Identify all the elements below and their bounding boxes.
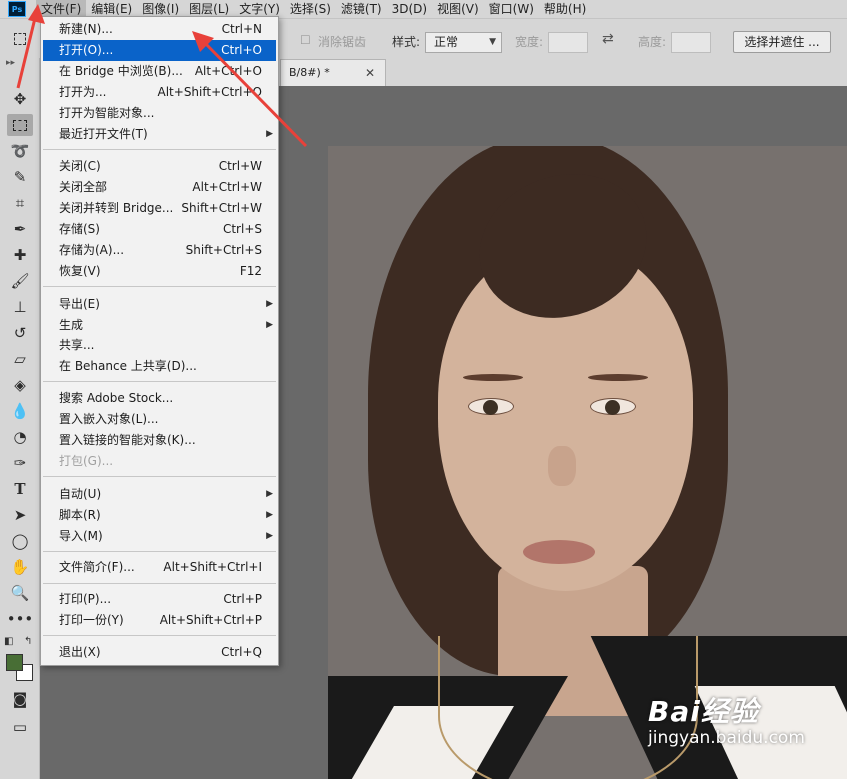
menu-separator [43, 583, 276, 584]
foreground-color-swatch[interactable] [6, 654, 23, 671]
portrait-photo [328, 146, 847, 779]
file-menu-dropdown: 新建(N)... Ctrl+N 打开(O)... Ctrl+O 在 Bridge 中… [40, 16, 279, 666]
history-brush-tool-icon[interactable]: ↺ [7, 322, 33, 344]
move-tool-icon[interactable]: ✥ [7, 88, 33, 110]
eraser-tool-icon[interactable]: ▱ [7, 348, 33, 370]
menu-item-search-stock[interactable]: 搜索 Adobe Stock... [43, 388, 276, 409]
menu-separator [43, 476, 276, 477]
pen-tool-icon[interactable]: ✑ [7, 452, 33, 474]
menu-item-automate[interactable]: 自动(U) ▶ [43, 484, 276, 505]
marquee-tool-icon[interactable] [7, 114, 33, 136]
paint-bucket-tool-icon[interactable]: ◈ [7, 374, 33, 396]
chevron-down-icon: ▼ [489, 37, 496, 47]
type-tool-icon[interactable]: T [7, 478, 33, 500]
blur-tool-icon[interactable]: 💧 [7, 400, 33, 422]
menu-item-export[interactable]: 导出(E) ▶ [43, 294, 276, 315]
menu-separator [43, 381, 276, 382]
menu-view[interactable]: 视图(V) [432, 0, 484, 18]
select-and-mask-button[interactable]: 选择并遮住 ... [733, 31, 831, 53]
menu-item-scripts[interactable]: 脚本(R) ▶ [43, 505, 276, 526]
menu-item-package: 打包(G)... [59, 454, 114, 468]
menu-item-close-go-bridge[interactable]: 关闭并转到 Bridge... Shift+Ctrl+W [43, 198, 276, 219]
menu-item-open[interactable]: 打开(O)... Ctrl+O [43, 40, 276, 61]
menu-item-print-one-copy[interactable]: 打印一份(Y) Alt+Shift+Ctrl+P [43, 610, 276, 631]
marquee-preset-icon[interactable] [14, 33, 26, 45]
zoom-tool-icon[interactable]: 🔍 [7, 582, 33, 604]
menu-item-recent-files[interactable]: 最近打开文件(T) ▶ [43, 124, 276, 145]
width-input[interactable] [548, 32, 588, 53]
menu-window[interactable]: 窗口(W) [484, 0, 539, 18]
quick-mask-icon[interactable]: ◙ [7, 688, 33, 710]
path-selection-tool-icon[interactable]: ➤ [7, 504, 33, 526]
menu-item-share[interactable]: 共享... [43, 335, 276, 356]
clone-stamp-tool-icon[interactable]: ⊥ [7, 296, 33, 318]
watermark-brand: Bai经验 [648, 695, 759, 728]
submenu-arrow-icon: ▶ [266, 129, 273, 139]
submenu-arrow-icon: ▶ [266, 510, 273, 520]
menu-item-exit[interactable]: 退出(X) Ctrl+Q [43, 642, 276, 663]
brush-tool-icon[interactable]: 🖌 [7, 270, 33, 292]
submenu-arrow-icon: ▶ [266, 489, 273, 499]
height-label: 高度: [638, 35, 667, 49]
baidu-jingyan-watermark: Bai经验 jingyan.baidu.com [648, 690, 805, 748]
style-select-value: 正常 [434, 35, 459, 49]
width-label: 宽度: [515, 35, 544, 49]
menu-item-close-all[interactable]: 关闭全部 Alt+Ctrl+W [43, 177, 276, 198]
menu-3d[interactable]: 3D(D) [387, 0, 432, 18]
more-tools-icon[interactable]: ••• [7, 608, 34, 630]
menu-item-close[interactable]: 关闭(C) Ctrl+W [43, 156, 276, 177]
menu-item-place-linked[interactable]: 置入链接的智能对象(K)... [43, 430, 276, 451]
menu-separator [43, 551, 276, 552]
style-select[interactable]: 正常 ▼ [425, 32, 502, 53]
hand-tool-icon[interactable]: ✋ [7, 556, 33, 578]
menu-separator [43, 149, 276, 150]
menu-item-save[interactable]: 存储(S) Ctrl+S [43, 219, 276, 240]
menu-item-place-embedded[interactable]: 置入嵌入对象(L)... [43, 409, 276, 430]
tools-panel: ▸▸ ✥ ➰ ✎ ⌗ ✒ ✚ 🖌 ⊥ ↺ ▱ ◈ 💧 ◔ ✑ T ➤ ◯ ✋ 🔍… [0, 58, 40, 779]
menu-item-revert[interactable]: 恢复(V) F12 [43, 261, 276, 282]
style-label: 样式: [392, 35, 421, 49]
swap-colors-icon[interactable]: ↰ [24, 636, 32, 647]
menu-item-open-smart-object[interactable]: 打开为智能对象... [43, 103, 276, 124]
default-colors-icon[interactable]: ◧ [4, 636, 13, 647]
menu-item-open-as[interactable]: 打开为... Alt+Shift+Ctrl+O [43, 82, 276, 103]
menu-item-print[interactable]: 打印(P)... Ctrl+P [43, 589, 276, 610]
close-icon[interactable]: ✕ [365, 60, 375, 86]
antialias-label: 消除锯齿 [318, 35, 367, 49]
screen-mode-icon[interactable]: ▭ [7, 716, 33, 738]
antialias-checkbox[interactable]: ☐ [300, 33, 311, 47]
menu-item-new[interactable]: 新建(N)... Ctrl+N [43, 19, 276, 40]
menu-item-share-behance[interactable]: 在 Behance 上共享(D)... [43, 356, 276, 377]
menu-item-generate[interactable]: 生成 ▶ [43, 315, 276, 336]
submenu-arrow-icon: ▶ [266, 320, 273, 330]
photoshop-logo: Ps [8, 1, 26, 17]
eyedropper-tool-icon[interactable]: ✒ [7, 218, 33, 240]
submenu-arrow-icon: ▶ [266, 531, 273, 541]
collapse-icon[interactable]: ▸▸ [6, 58, 15, 68]
height-input[interactable] [671, 32, 711, 53]
watermark-url: jingyan.baidu.com [648, 728, 805, 748]
crop-tool-icon[interactable]: ⌗ [7, 192, 33, 214]
menu-item-save-as[interactable]: 存储为(A)... Shift+Ctrl+S [43, 240, 276, 261]
menu-separator [43, 286, 276, 287]
quick-select-tool-icon[interactable]: ✎ [7, 166, 33, 188]
menu-help[interactable]: 帮助(H) [539, 0, 591, 18]
ellipse-tool-icon[interactable]: ◯ [7, 530, 33, 552]
menu-item-file-info[interactable]: 文件简介(F)... Alt+Shift+Ctrl+I [43, 557, 276, 578]
swap-icon[interactable]: ⇄ [602, 31, 614, 47]
document-tab-title: B/8#) * [289, 66, 330, 79]
menu-item-import[interactable]: 导入(M) ▶ [43, 526, 276, 547]
document-tab[interactable]: B/8#) * ✕ [280, 59, 386, 86]
lasso-tool-icon[interactable]: ➰ [7, 140, 33, 162]
menu-item-browse-bridge[interactable]: 在 Bridge 中浏览(B)... Alt+Ctrl+O [43, 61, 276, 82]
menu-filter[interactable]: 滤镜(T) [336, 0, 387, 18]
submenu-arrow-icon: ▶ [266, 299, 273, 309]
dodge-tool-icon[interactable]: ◔ [7, 426, 33, 448]
healing-brush-tool-icon[interactable]: ✚ [7, 244, 33, 266]
menu-separator [43, 635, 276, 636]
menu-select[interactable]: 选择(S) [285, 0, 336, 18]
